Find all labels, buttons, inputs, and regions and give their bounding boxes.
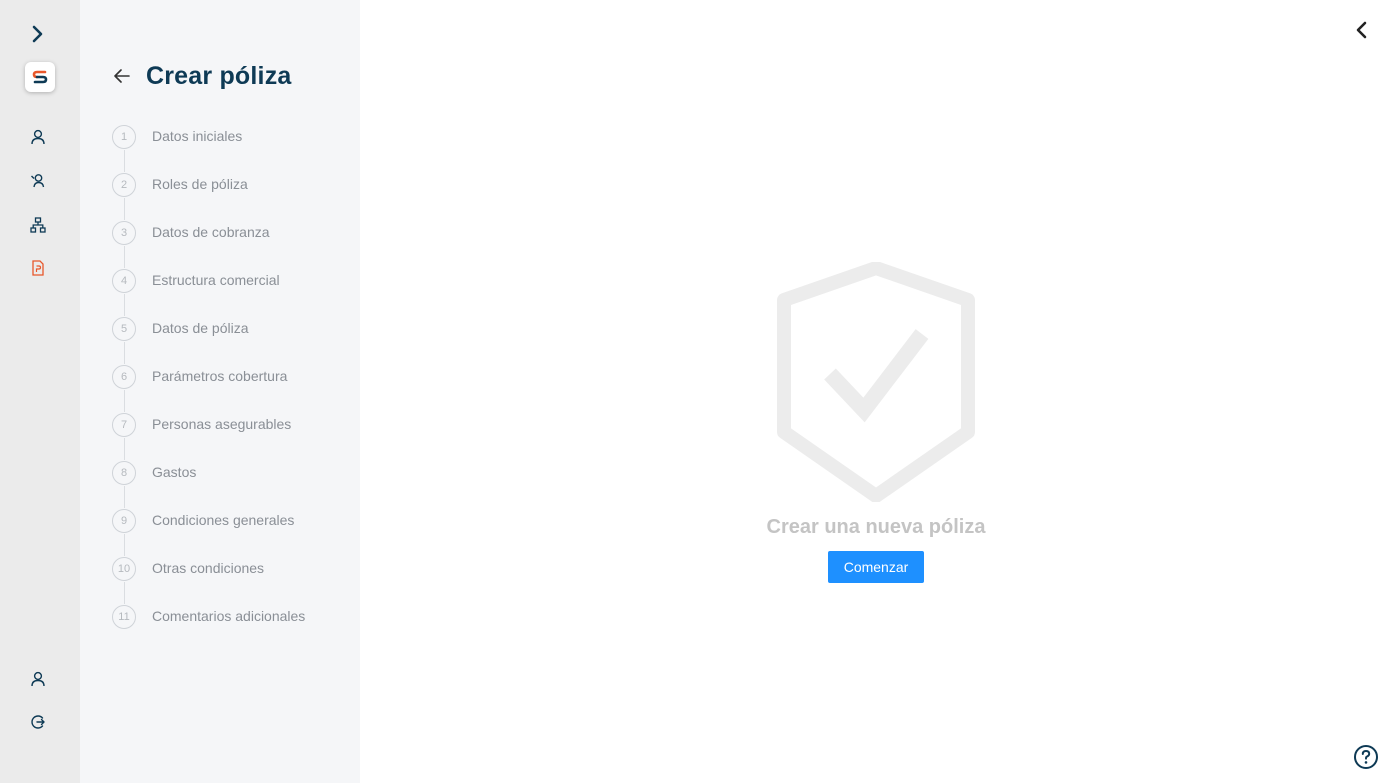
steps-list: 1 Datos iniciales 2 Roles de póliza 3 Da… <box>112 124 352 652</box>
step-number: 10 <box>112 557 136 581</box>
step-connector <box>124 246 125 268</box>
start-button[interactable]: Comenzar <box>828 551 924 583</box>
step-connector <box>124 486 125 508</box>
step-number: 5 <box>112 317 136 341</box>
step-number: 11 <box>112 605 136 629</box>
step-comentarios-adicionales[interactable]: 11 Comentarios adicionales <box>112 604 352 652</box>
step-number: 3 <box>112 221 136 245</box>
step-number: 9 <box>112 509 136 533</box>
step-label: Datos de cobranza <box>152 224 270 240</box>
step-connector <box>124 198 125 220</box>
step-number: 2 <box>112 173 136 197</box>
step-connector <box>124 438 125 460</box>
user-icon[interactable] <box>24 123 52 151</box>
step-label: Roles de póliza <box>152 176 248 192</box>
step-gastos[interactable]: 8 Gastos <box>112 460 352 508</box>
step-roles-de-poliza[interactable]: 2 Roles de póliza <box>112 172 352 220</box>
chevron-left-icon[interactable] <box>1350 18 1374 42</box>
shield-check-icon <box>777 262 975 502</box>
step-personas-asegurables[interactable]: 7 Personas asegurables <box>112 412 352 460</box>
panel-header: Crear póliza <box>110 58 292 94</box>
step-label: Comentarios adicionales <box>152 608 306 624</box>
app-logo[interactable] <box>25 62 55 92</box>
page-title: Crear póliza <box>146 61 292 90</box>
step-label: Otras condiciones <box>152 560 265 576</box>
step-label: Condiciones generales <box>152 512 295 528</box>
back-arrow-icon[interactable] <box>110 64 134 88</box>
users-search-icon[interactable] <box>24 167 52 195</box>
step-datos-de-cobranza[interactable]: 3 Datos de cobranza <box>112 220 352 268</box>
step-number: 4 <box>112 269 136 293</box>
step-number: 6 <box>112 365 136 389</box>
help-icon[interactable] <box>1352 743 1380 771</box>
step-label: Parámetros cobertura <box>152 368 288 384</box>
step-number: 8 <box>112 461 136 485</box>
main-content: Crear una nueva póliza Comenzar <box>360 0 1392 783</box>
step-parametros-cobertura[interactable]: 6 Parámetros cobertura <box>112 364 352 412</box>
step-connector <box>124 390 125 412</box>
step-number: 7 <box>112 413 136 437</box>
empty-state-title: Crear una nueva póliza <box>766 516 986 538</box>
step-label: Datos iniciales <box>152 128 243 144</box>
step-number: 1 <box>112 125 136 149</box>
step-label: Estructura comercial <box>152 272 280 288</box>
account-icon[interactable] <box>24 665 52 693</box>
step-connector <box>124 534 125 556</box>
step-estructura-comercial[interactable]: 4 Estructura comercial <box>112 268 352 316</box>
step-connector <box>124 342 125 364</box>
expand-chevron-icon[interactable] <box>24 20 52 48</box>
icon-rail <box>0 0 80 783</box>
logout-icon[interactable] <box>24 708 52 736</box>
step-label: Personas asegurables <box>152 416 292 432</box>
step-connector <box>124 582 125 604</box>
step-otras-condiciones[interactable]: 10 Otras condiciones <box>112 556 352 604</box>
empty-state: Crear una nueva póliza Comenzar <box>360 262 1392 583</box>
step-condiciones-generales[interactable]: 9 Condiciones generales <box>112 508 352 556</box>
steps-panel: Crear póliza 1 Datos iniciales 2 Roles d… <box>80 0 360 783</box>
step-label: Datos de póliza <box>152 320 249 336</box>
step-connector <box>124 294 125 316</box>
step-label: Gastos <box>152 464 197 480</box>
step-datos-de-poliza[interactable]: 5 Datos de póliza <box>112 316 352 364</box>
policy-document-icon[interactable] <box>24 254 52 282</box>
step-connector <box>124 150 125 172</box>
org-chart-icon[interactable] <box>24 211 52 239</box>
step-datos-iniciales[interactable]: 1 Datos iniciales <box>112 124 352 172</box>
